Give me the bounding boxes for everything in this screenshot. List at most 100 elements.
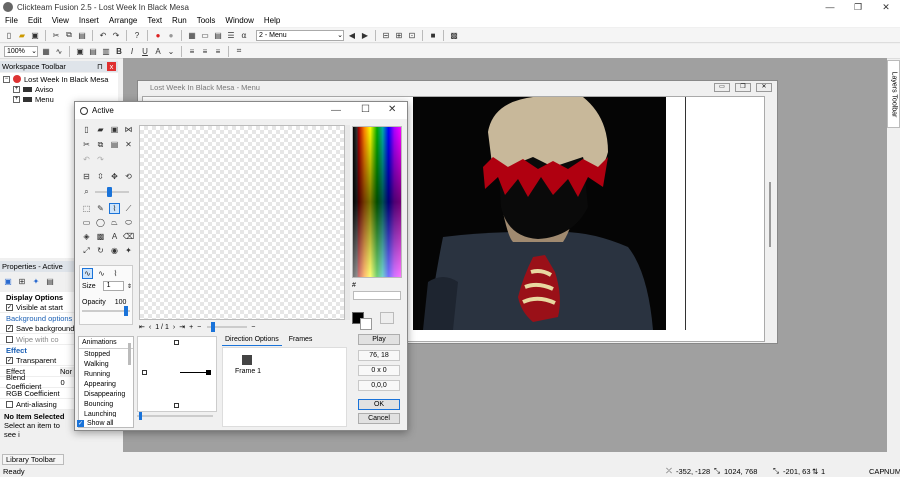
opacity-value[interactable]: 100 [115,299,127,306]
polygon-icon[interactable]: ⏢ [109,217,120,228]
grid-tool-icon[interactable]: ⊞ [394,30,404,40]
new-image-icon[interactable]: ▯ [81,124,92,135]
fill-icon[interactable]: ◈ [81,231,92,242]
tab-frames[interactable]: Frames [286,336,316,346]
delete-icon[interactable]: ✕ [123,139,134,150]
checkbox-checked[interactable]: ✓ [6,356,13,364]
panel-view-icon[interactable]: ▤ [88,46,98,56]
event-editor-icon[interactable]: ▤ [213,30,223,40]
frame-editor-icon[interactable]: ▭ [200,30,210,40]
rectangle-icon[interactable]: ▭ [81,217,92,228]
zoom-tool-icon[interactable]: ⊟ [381,30,391,40]
zoom-slider-thumb[interactable] [107,186,112,197]
rotate-icon[interactable]: ⟲ [123,171,134,182]
text-icon[interactable]: A [109,231,120,242]
menu-window[interactable]: Window [220,16,258,25]
effect-value[interactable]: Nor [60,366,74,376]
rgb-coefficient-row[interactable]: RGB Coefficient [0,388,76,399]
resize-handle-icon[interactable]: ⤢ [81,245,92,256]
direction-slider[interactable] [137,412,213,420]
checkbox-checked[interactable]: ✓ [77,420,84,427]
list-item[interactable]: Running [79,369,133,379]
checkbox-unchecked[interactable] [6,400,13,408]
direction-south[interactable] [174,403,179,408]
copy-icon[interactable]: ⧉ [95,139,106,150]
cut-icon[interactable]: ✂ [51,30,61,40]
flip-icon[interactable]: ⇳ [95,171,106,182]
direction-wheel[interactable] [137,336,217,412]
direction-west[interactable] [142,370,147,375]
italic-icon[interactable]: I [127,46,137,56]
tree-root[interactable]: − Lost Week In Black Mesa [0,74,118,84]
checkbox-checked[interactable]: ✓ [6,324,13,332]
redo-icon[interactable]: ↷ [111,30,121,40]
brush-shape-1-icon[interactable]: ∿ [82,268,93,279]
direction-north[interactable] [174,340,179,345]
copy-icon[interactable]: ⧉ [64,30,74,40]
brush-shape-2-icon[interactable]: ∿ [96,268,107,279]
dialog-maximize-button[interactable]: ☐ [361,104,370,115]
list-item[interactable]: Walking [79,359,133,369]
animations-scrollbar[interactable] [128,343,131,365]
maximize-button[interactable]: ❐ [844,0,872,14]
about-tab-icon[interactable]: ▤ [45,276,55,286]
bold-icon[interactable]: B [114,46,124,56]
size-input[interactable]: 1 [102,281,124,291]
expand-icon[interactable]: + [13,85,20,93]
rotate-tool-icon[interactable]: ↻ [95,245,106,256]
help-icon[interactable]: ? [132,30,142,40]
hotspot-icon[interactable]: ◉ [109,245,120,256]
ok-button[interactable]: OK [358,399,400,410]
align-center-icon[interactable]: ≡ [200,46,210,56]
cancel-button[interactable]: Cancel [358,413,400,424]
display-tab-icon[interactable]: ⊞ [17,276,27,286]
run-frame-icon[interactable]: ● [166,30,176,40]
previous-frame-icon[interactable]: ◀ [347,30,357,40]
window-view-icon[interactable]: ▣ [75,46,85,56]
transparency-icon[interactable]: ⋈ [123,124,134,135]
size-spinner-icon[interactable]: ⇕ [127,283,132,290]
fit-screen-icon[interactable]: ⌗ [234,46,244,56]
underline-icon[interactable]: U [140,46,150,56]
undo-icon[interactable]: ↶ [81,154,92,165]
line-icon[interactable]: ⟋ [123,203,134,214]
frame-label[interactable]: Frame 1 [235,368,261,375]
menu-tools[interactable]: Tools [192,16,221,25]
image-size-field[interactable]: 0 x 0 [358,365,400,376]
redo-icon[interactable]: ↷ [95,154,106,165]
move-icon[interactable]: ✥ [109,171,120,182]
import-icon[interactable]: ▰ [95,124,106,135]
play-button[interactable]: Play [358,334,400,345]
paste-icon[interactable]: ▤ [77,30,87,40]
frame-zoom-thumb[interactable] [211,322,216,332]
list-item[interactable]: Bouncing [79,399,133,409]
brush-icon[interactable]: ⌇ [109,203,120,214]
grid-icon[interactable]: ▦ [41,46,51,56]
menu-arrange[interactable]: Arrange [104,16,142,25]
dialog-minimize-button[interactable]: — [331,105,341,116]
shape-icon[interactable]: ⬭ [123,217,134,228]
action-point-field[interactable]: 0,0,0 [358,380,400,391]
menu-help[interactable]: Help [259,16,285,25]
event-list-icon[interactable]: ☰ [226,30,236,40]
save-background-row[interactable]: ✓ Save background [0,323,76,334]
next-frame-icon[interactable]: ▶ [360,30,370,40]
direction-slider-thumb[interactable] [139,412,142,420]
menu-text[interactable]: Text [142,16,167,25]
canvas-scrollbar[interactable] [345,125,350,320]
direction-east-selected[interactable] [206,370,211,375]
wipe-color-row[interactable]: Wipe with co [0,334,76,345]
library-toolbar-tab[interactable]: Library Toolbar [2,454,64,465]
antialiasing-row[interactable]: Anti-aliasing [0,399,76,410]
tree-item-aviso[interactable]: + Aviso [0,84,118,94]
run-application-icon[interactable]: ● [153,30,163,40]
layout-view-icon[interactable]: ▥ [101,46,111,56]
first-frame-icon[interactable]: ⇤ [139,323,145,331]
add-frame-icon[interactable]: + [189,324,193,331]
frame-restore-button[interactable]: ❐ [735,83,751,92]
menu-insert[interactable]: Insert [74,16,104,25]
data-elements-icon[interactable]: ⍺ [239,30,249,40]
checkbox-checked[interactable]: ✓ [6,303,13,311]
stop-icon[interactable]: ■ [428,30,438,40]
collapse-icon[interactable]: − [3,75,10,83]
